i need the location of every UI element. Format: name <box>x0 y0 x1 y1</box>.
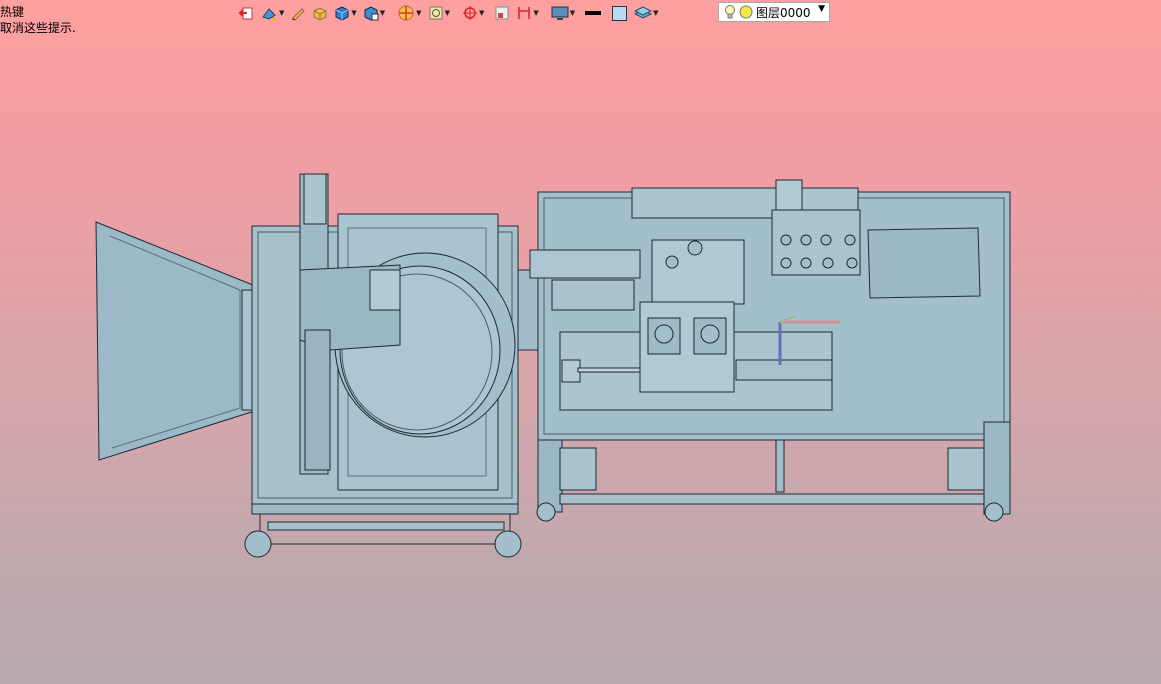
model-viewport[interactable] <box>0 0 1161 684</box>
cad-assembly[interactable] <box>95 173 1011 558</box>
